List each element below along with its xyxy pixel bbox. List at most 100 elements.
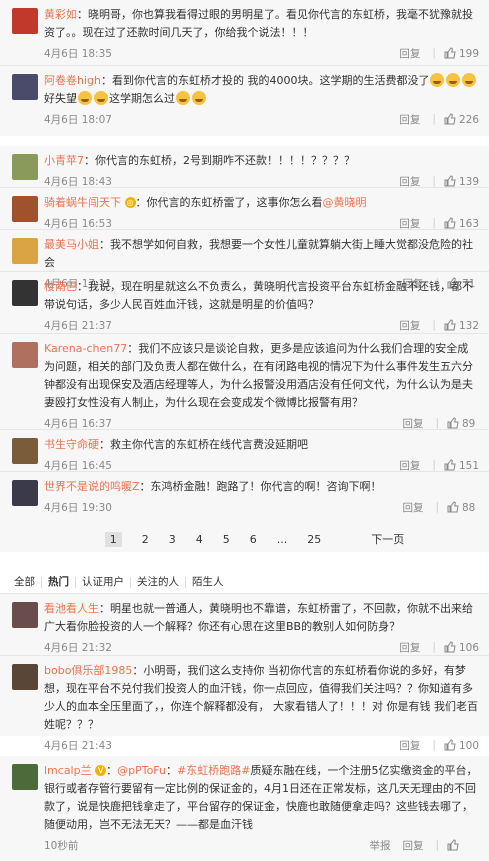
tab-strangers[interactable]: 陌生人 — [186, 577, 230, 588]
comment-text: ： — [106, 764, 118, 777]
like-button[interactable]: 132 — [444, 318, 479, 332]
page-link[interactable]: 5 — [223, 533, 230, 546]
comment-date: 4月6日 16:53 — [44, 217, 112, 230]
comment-date: 4月6日 21:43 — [44, 739, 112, 752]
thumb-up-icon — [447, 500, 459, 512]
comment-text: ：你代言的东虹桥雷了，这事你怎么看 — [135, 196, 323, 209]
avatar[interactable] — [12, 764, 38, 790]
avatar[interactable] — [12, 74, 38, 100]
avatar[interactable] — [12, 602, 38, 628]
comment-text: ：救主你代言的东虹桥在线代言费没延期吧 — [99, 438, 308, 451]
comment-username[interactable]: 骑着蜗牛闯天下 — [44, 196, 121, 209]
like-button[interactable]: 151 — [444, 458, 479, 472]
topic-link[interactable]: #东虹桥跑路# — [177, 764, 250, 777]
reply-button[interactable]: 回复 — [402, 416, 423, 431]
thumb-up-icon — [444, 216, 456, 228]
comment-date: 10秒前 — [44, 839, 79, 852]
page-link[interactable]: 2 — [142, 533, 149, 546]
reply-button[interactable]: 回复 — [399, 216, 420, 231]
thumb-up-icon — [444, 112, 456, 124]
reply-button[interactable]: 回复 — [399, 112, 420, 127]
avatar[interactable] — [12, 438, 38, 464]
comment-date: 4月6日 16:37 — [44, 417, 112, 430]
reply-button[interactable]: 回复 — [399, 174, 420, 189]
mention-link[interactable]: @黄晓明 — [323, 196, 367, 209]
page-link[interactable]: 25 — [307, 533, 321, 546]
comment-username[interactable]: lmcalp兰 — [44, 764, 92, 777]
comment-username[interactable]: 阿卷卷high — [44, 74, 101, 87]
reply-button[interactable]: 回复 — [402, 838, 423, 853]
comment-date: 4月6日 18:43 — [44, 175, 112, 188]
like-button[interactable]: 199 — [444, 46, 479, 60]
reply-button[interactable]: 回复 — [399, 46, 420, 61]
comment-item: 阿卷卷high：看到你代言的东虹桥才投的 我的4000块。这学期的生活费都没了好… — [0, 66, 489, 132]
comment-date: 4月6日 19:30 — [44, 501, 112, 514]
tab-verified[interactable]: 认证用户 — [76, 577, 131, 588]
avatar[interactable] — [12, 154, 38, 180]
like-button[interactable]: 88 — [447, 500, 479, 514]
weibo-comments-page: 黄彩如：晓明哥，你也算我看得过眼的男明星了。看见你代言的东虹桥，我毫不犹豫就投资… — [0, 0, 489, 861]
verified-badge-icon: ◎ — [124, 197, 136, 208]
comment-username[interactable]: 黄彩如 — [44, 8, 77, 21]
comment-username[interactable]: 世界不是说的鸣暖Z — [44, 480, 140, 493]
reply-button[interactable]: 回复 — [402, 500, 423, 515]
avatar[interactable] — [12, 8, 38, 34]
like-button[interactable]: 139 — [444, 174, 479, 188]
page-ellipsis: ... — [276, 532, 288, 546]
comment-item: 最美马小姐：我不想学如何自救，我想要一个女性儿童就算躺大街上睡大觉都没危险的社会… — [0, 230, 489, 290]
comment-block-3: 全部 热门 认证用户 关注的人 陌生人 看池看人生：明星也就一普通人，黄晓明也不… — [0, 572, 489, 752]
like-button[interactable]: 106 — [444, 640, 479, 654]
tab-all[interactable]: 全部 — [8, 577, 42, 588]
comment-item: 骑着蜗牛闯天下 ◎ ：你代言的东虹桥雷了，这事你怎么看@黄晓明 4月6日 16:5… — [0, 188, 489, 230]
page-link[interactable]: 6 — [250, 533, 257, 546]
next-page-button[interactable]: 下一页 — [371, 531, 404, 547]
thumb-up-icon — [444, 738, 456, 750]
comment-username[interactable]: Karena-chen77 — [44, 342, 127, 355]
like-button[interactable] — [447, 838, 479, 852]
reply-button[interactable]: 回复 — [399, 318, 420, 333]
comment-text: 好失望 — [44, 92, 77, 105]
avatar[interactable] — [12, 196, 38, 222]
comment-username[interactable]: 楼南巴 — [44, 280, 77, 293]
comment-username[interactable]: 看池看人生 — [44, 602, 99, 615]
tab-hot[interactable]: 热门 — [42, 577, 76, 588]
comment-text: ：我说，现在明星就这么不负责么，黄晓明代言投资平台东虹桥金融不还钱，都不带说句话… — [44, 280, 473, 311]
like-button[interactable]: 89 — [447, 416, 479, 430]
comment-text: ：我不想学如何自救，我想要一个女性儿童就算躺大街上睡大觉都没危险的社会 — [44, 238, 473, 269]
page-link[interactable]: 3 — [169, 533, 176, 546]
thumb-up-icon — [444, 458, 456, 470]
page-link[interactable]: 1 — [104, 531, 122, 547]
crying-emoji-icon — [462, 73, 477, 87]
comment-filter-tabs: 全部 热门 认证用户 关注的人 陌生人 — [0, 572, 489, 594]
avatar[interactable] — [12, 238, 38, 264]
crying-emoji-icon — [192, 91, 206, 105]
verified-badge-icon: V — [95, 765, 107, 776]
like-button[interactable]: 100 — [444, 738, 479, 752]
comment-text: ：你代言的东虹桥，2号到期咋不还款！！！！？？？？ — [84, 154, 355, 167]
comment-username[interactable]: bobo俱乐部1985 — [44, 664, 132, 677]
avatar[interactable] — [12, 664, 38, 690]
report-button[interactable]: 举报 — [369, 838, 390, 853]
comment-item: 小青苹7：你代言的东虹桥，2号到期咋不还款！！！！？？？？ 4月6日 18:43… — [0, 146, 489, 188]
reply-button[interactable]: 回复 — [399, 640, 420, 655]
like-button[interactable]: 226 — [444, 112, 479, 126]
mention-link[interactable]: @pPToFu — [117, 764, 166, 777]
avatar[interactable] — [12, 342, 38, 368]
tab-following[interactable]: 关注的人 — [131, 577, 186, 588]
comment-username[interactable]: 书生守命硬 — [44, 438, 99, 451]
avatar[interactable] — [12, 280, 38, 306]
reply-button[interactable]: 回复 — [399, 458, 420, 473]
like-button[interactable]: 163 — [444, 216, 479, 230]
avatar[interactable] — [12, 480, 38, 506]
thumb-up-icon — [444, 318, 456, 330]
comment-item: 黄彩如：晓明哥，你也算我看得过眼的男明星了。看见你代言的东虹桥，我毫不犹豫就投资… — [0, 0, 489, 66]
comment-item: 看池看人生：明星也就一普通人，黄晓明也不靠谱，东虹桥雷了，不回款，你就不出来给广… — [0, 594, 489, 656]
thumb-up-icon — [444, 640, 456, 652]
page-link[interactable]: 4 — [196, 533, 203, 546]
comment-date: 4月6日 18:35 — [44, 47, 112, 60]
comment-username[interactable]: 小青苹7 — [44, 154, 84, 167]
reply-button[interactable]: 回复 — [399, 738, 420, 753]
comment-text: ：明星也就一普通人，黄晓明也不靠谱，东虹桥雷了，不回款，你就不出来给广大看你脸投… — [44, 602, 473, 633]
comment-username[interactable]: 最美马小姐 — [44, 238, 99, 251]
pagination: 1 2 3 4 5 6 ... 25 下一页 — [0, 526, 489, 552]
